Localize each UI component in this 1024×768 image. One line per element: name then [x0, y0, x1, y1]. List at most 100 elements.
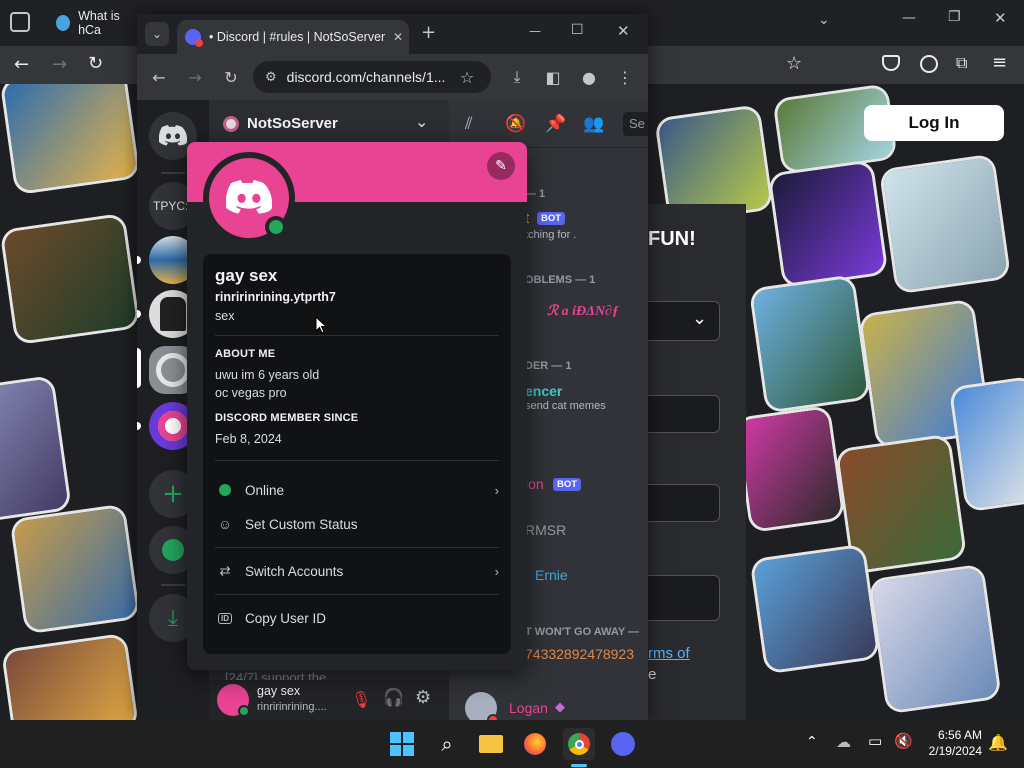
threads-icon[interactable]: ⫽ — [465, 114, 473, 134]
password-input[interactable] — [640, 484, 720, 522]
collage-tile — [882, 156, 1008, 292]
server-header[interactable]: NotSoServer ⌄ — [209, 100, 449, 148]
tab-search-button[interactable]: ⌄ — [145, 22, 169, 46]
extensions-icon[interactable]: ⧉ — [956, 53, 967, 73]
collage-tile — [737, 408, 843, 530]
member-since-date: Feb 8, 2024 — [215, 432, 282, 446]
mute-mic-icon[interactable]: 🎙 — [351, 690, 371, 709]
bot-badge: BOT — [537, 212, 566, 225]
confirm-input[interactable] — [640, 575, 720, 621]
bookmark-star-icon[interactable]: ☆ — [786, 53, 802, 74]
pinned-icon[interactable]: 📌 — [545, 114, 566, 134]
notification-bell-icon[interactable]: 🔔 — [988, 733, 1008, 752]
mouse-cursor-icon — [315, 316, 327, 334]
member-name[interactable]: 74332892478923 — [525, 646, 634, 662]
birthday-select[interactable]: ⌄ — [640, 301, 720, 341]
clock[interactable]: 6:56 AM 2/19/2024 — [922, 727, 982, 759]
switch-accounts-menu-item[interactable]: ⇄ Switch Accounts › — [215, 554, 499, 588]
tab-search-icon[interactable] — [10, 12, 30, 32]
close-button[interactable]: ✕ — [617, 22, 630, 40]
tab-discord[interactable]: • Discord | #rules | NotSoServer ✕ — [177, 20, 409, 54]
about-me-line: oc vegas pro — [215, 386, 287, 400]
member-avatar[interactable] — [465, 692, 499, 720]
username-input[interactable] — [640, 395, 720, 433]
menu-icon[interactable]: ⋮ — [613, 65, 637, 89]
display-name: gay sex — [215, 266, 278, 285]
divider — [215, 335, 499, 336]
rail-divider — [161, 584, 185, 586]
volume-muted-icon[interactable]: 🔇 — [894, 732, 913, 750]
active-app-indicator — [571, 764, 587, 767]
user-panel-username: rinririnrining.... — [257, 701, 327, 713]
member-name[interactable]: Logan — [509, 700, 548, 716]
back-icon[interactable]: ← — [147, 65, 171, 89]
tab-strip: ⌄ • Discord | #rules | NotSoServer ✕ + —… — [137, 14, 648, 54]
tab-close-icon[interactable]: ✕ — [393, 30, 403, 44]
avatar[interactable] — [217, 684, 250, 717]
site-info-icon[interactable]: ⚙ — [265, 69, 277, 85]
side-panel-icon[interactable]: ◧ — [541, 65, 565, 89]
profile-icon[interactable]: ● — [577, 65, 601, 89]
reload-icon[interactable]: ↻ — [88, 53, 103, 74]
tab-list-chevron-icon[interactable]: ⌄ — [818, 12, 830, 28]
chevron-up-icon[interactable]: ⌃ — [806, 734, 818, 750]
taskbar: ⌕ ⌃ ☁ ▭ 🔇 6:56 AM 2/19/2024 🔔 — [0, 720, 1024, 768]
headphones-icon[interactable]: 🎧 — [383, 688, 404, 708]
collage-tile — [2, 84, 138, 192]
maximize-button[interactable]: ☐ — [571, 22, 584, 38]
member-name[interactable]: encer — [525, 383, 562, 399]
download-icon[interactable]: ⤓ — [505, 65, 529, 89]
windows-start-icon[interactable] — [386, 728, 418, 760]
minimize-button[interactable]: — — [529, 24, 541, 38]
close-icon[interactable]: ✕ — [994, 9, 1007, 27]
account-icon[interactable] — [920, 55, 938, 73]
about-me-line: uwu im 6 years old — [215, 368, 320, 382]
onedrive-icon[interactable]: ☁ — [836, 733, 851, 751]
switch-accounts-icon: ⇄ — [219, 563, 231, 578]
member-text: DER — 1 — [525, 360, 572, 372]
status-label: Online — [245, 482, 285, 498]
terms-link-fragment[interactable]: rms of — [648, 645, 690, 662]
restore-icon[interactable]: ❐ — [948, 9, 961, 25]
search-input[interactable]: Se — [623, 112, 648, 136]
member-name[interactable]: RMSR — [525, 522, 566, 538]
settings-gear-icon[interactable]: ⚙ — [415, 687, 431, 708]
username[interactable]: rinririnrining.ytprth7 — [215, 290, 499, 304]
back-icon[interactable]: ← — [14, 54, 29, 75]
file-explorer-icon[interactable] — [475, 728, 507, 760]
unread-pill — [137, 256, 141, 264]
network-icon[interactable]: ▭ — [868, 732, 882, 750]
reload-icon[interactable]: ↻ — [219, 65, 243, 89]
divider — [215, 594, 499, 595]
bookmark-star-icon[interactable]: ☆ — [455, 65, 479, 89]
member-list-icon[interactable]: 👥 — [583, 114, 604, 134]
custom-status-menu-item[interactable]: ☺ Set Custom Status — [215, 507, 499, 541]
edit-profile-button[interactable]: ✎ — [487, 152, 515, 180]
pocket-icon[interactable] — [882, 55, 900, 71]
minimize-icon[interactable]: — — [902, 10, 916, 26]
unread-pill — [137, 310, 141, 318]
member-name[interactable]: lon — [525, 476, 544, 492]
member-name[interactable]: Ernie — [535, 567, 568, 583]
member-name[interactable]: ℛ a iÐΔN∂ƒ — [547, 303, 619, 320]
menu-icon[interactable]: ≡ — [992, 52, 1007, 73]
member-since-heading: DISCORD MEMBER SINCE — [215, 412, 359, 424]
member-text: OBLEMS — 1 — [525, 274, 596, 286]
unread-pill — [137, 422, 141, 430]
copy-user-id-menu-item[interactable]: ID Copy User ID — [215, 601, 499, 635]
discord-logo-icon — [226, 180, 272, 214]
background-tab[interactable]: What is hCa — [48, 6, 138, 40]
firefox-icon[interactable] — [519, 728, 551, 760]
new-tab-button[interactable]: + — [421, 22, 436, 43]
url-text: discord.com/channels/1... — [286, 69, 446, 85]
collage-tile — [752, 277, 868, 411]
notification-bell-icon[interactable]: 🔕 — [505, 114, 526, 134]
chrome-icon[interactable] — [563, 728, 595, 760]
discord-taskbar-icon[interactable] — [607, 728, 639, 760]
clock-date: 2/19/2024 — [928, 744, 982, 758]
forward-icon[interactable]: → — [183, 65, 207, 89]
forward-icon[interactable]: → — [52, 54, 67, 75]
status-menu-item[interactable]: Online › — [215, 473, 499, 507]
search-icon[interactable]: ⌕ — [431, 728, 463, 760]
login-button[interactable]: Log In — [864, 105, 1004, 141]
